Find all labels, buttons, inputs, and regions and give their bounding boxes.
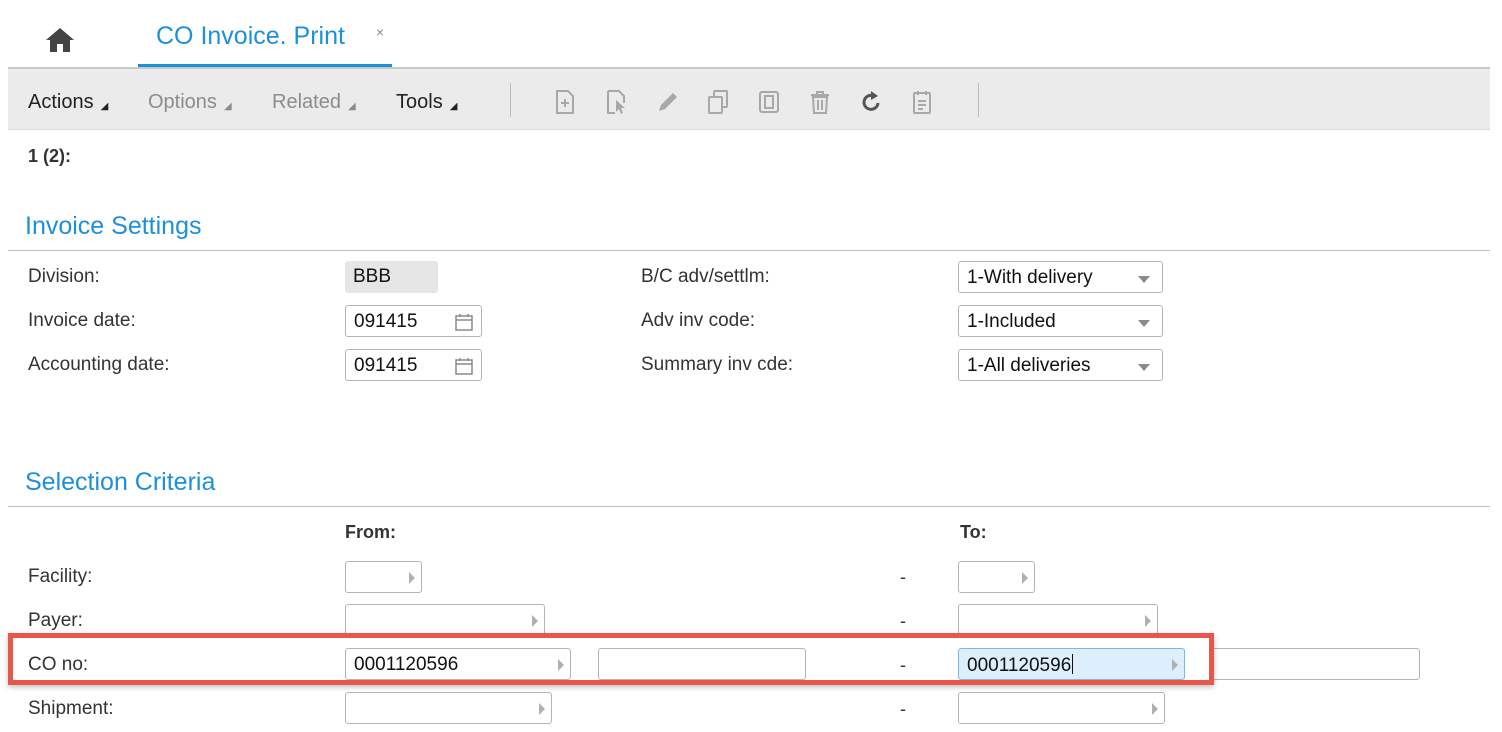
- bc-adv-settlm-select[interactable]: 1-With delivery: [958, 261, 1163, 293]
- home-icon[interactable]: [44, 26, 76, 54]
- menu-arrow-icon: ◢: [449, 101, 458, 112]
- select-icon[interactable]: [604, 89, 628, 115]
- menu-arrow-icon: ◢: [347, 101, 356, 112]
- browse-icon[interactable]: [1152, 703, 1158, 715]
- chevron-down-icon: [1138, 276, 1150, 283]
- record-counter: 1 (2):: [28, 146, 72, 166]
- facility-from-field[interactable]: [345, 561, 422, 593]
- options-menu[interactable]: Options ◢: [148, 91, 232, 114]
- actions-menu[interactable]: Actions ◢: [28, 91, 108, 114]
- browse-icon[interactable]: [1145, 615, 1151, 627]
- summary-inv-code-select[interactable]: 1-All deliveries: [958, 349, 1163, 381]
- payer-to-field[interactable]: [958, 604, 1158, 636]
- invoice-date-field[interactable]: 091415: [345, 305, 482, 337]
- new-icon[interactable]: [553, 89, 577, 115]
- toolbar-divider: [510, 83, 511, 117]
- shipment-from-field[interactable]: [345, 692, 552, 724]
- to-column-header: To:: [960, 522, 987, 542]
- chevron-down-icon: [1138, 364, 1150, 371]
- bc-adv-settlm-label: B/C adv/settlm:: [641, 266, 770, 287]
- payer-from-field[interactable]: [345, 604, 545, 636]
- browse-icon[interactable]: [539, 703, 545, 715]
- range-separator: -: [900, 611, 906, 631]
- payer-label: Payer:: [28, 610, 83, 631]
- division-label: Division:: [28, 266, 100, 287]
- tools-menu[interactable]: Tools ◢: [396, 91, 457, 114]
- accounting-date-label: Accounting date:: [28, 354, 170, 375]
- calendar-icon[interactable]: [455, 313, 473, 331]
- highlight-box: [8, 633, 1214, 685]
- menu-arrow-icon: ◢: [100, 101, 109, 112]
- tab-title: CO Invoice. Print: [156, 22, 345, 50]
- menu-arrow-icon: ◢: [223, 101, 232, 112]
- delete-icon[interactable]: [808, 89, 832, 115]
- co-no-to-extra-field[interactable]: [1210, 648, 1420, 680]
- division-field: BBB: [345, 261, 438, 293]
- accounting-date-field[interactable]: 091415: [345, 349, 482, 381]
- tab-close-icon[interactable]: ×: [376, 24, 384, 40]
- range-separator: -: [900, 699, 906, 719]
- related-menu[interactable]: Related ◢: [272, 91, 356, 114]
- browse-icon[interactable]: [409, 572, 415, 584]
- toolbar: Actions ◢ Options ◢ Related ◢ Tools ◢: [8, 67, 1490, 130]
- notes-icon[interactable]: [910, 89, 934, 115]
- edit-icon[interactable]: [655, 89, 679, 115]
- summary-inv-code-label: Summary inv cde:: [641, 354, 794, 375]
- selection-criteria-title: Selection Criteria: [25, 468, 216, 496]
- invoice-settings-title: Invoice Settings: [25, 212, 202, 240]
- range-separator: -: [900, 567, 906, 587]
- shipment-label: Shipment:: [28, 698, 114, 719]
- toolbar-divider: [978, 83, 979, 117]
- section-divider: [8, 506, 1490, 507]
- from-column-header: From:: [345, 522, 396, 542]
- browse-icon[interactable]: [532, 615, 538, 627]
- shipment-to-field[interactable]: [958, 692, 1165, 724]
- chevron-down-icon: [1138, 320, 1150, 327]
- adv-inv-code-select[interactable]: 1-Included: [958, 305, 1163, 337]
- refresh-icon[interactable]: [859, 89, 883, 115]
- section-divider: [8, 250, 1490, 251]
- facility-to-field[interactable]: [958, 561, 1035, 593]
- facility-label: Facility:: [28, 566, 93, 587]
- duplicate-icon[interactable]: [757, 89, 781, 115]
- calendar-icon[interactable]: [455, 357, 473, 375]
- browse-icon[interactable]: [1022, 572, 1028, 584]
- copy-icon[interactable]: [706, 89, 730, 115]
- adv-inv-code-label: Adv inv code:: [641, 310, 756, 331]
- invoice-date-label: Invoice date:: [28, 310, 136, 331]
- tab-co-invoice-print[interactable]: CO Invoice. Print ×: [138, 14, 392, 67]
